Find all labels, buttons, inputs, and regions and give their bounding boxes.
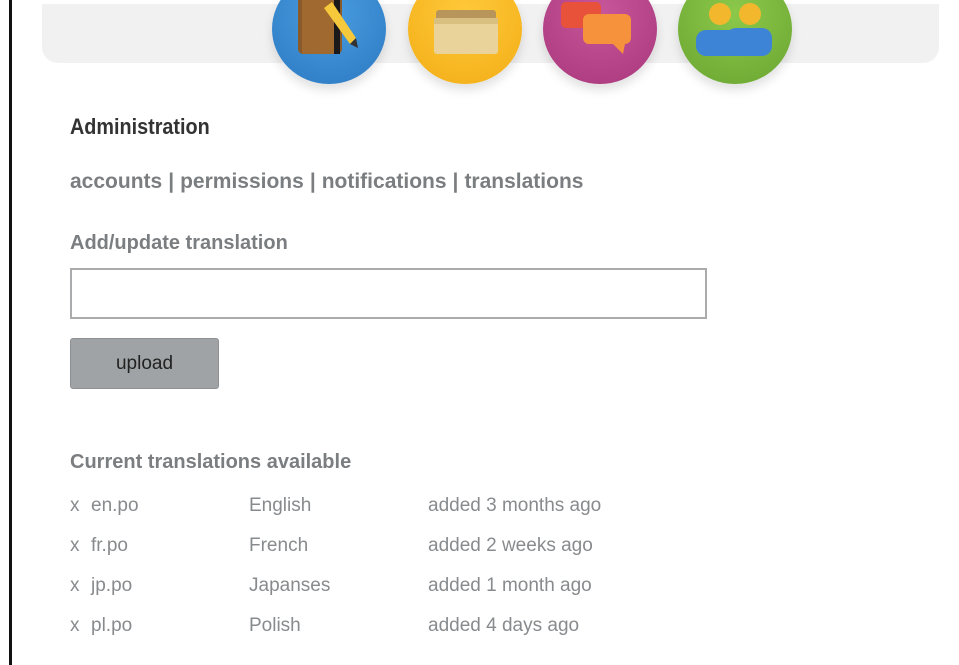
- nav-users-button[interactable]: [678, 0, 792, 84]
- nav-link-accounts[interactable]: accounts: [70, 170, 162, 193]
- translation-added: added 2 weeks ago: [428, 535, 593, 556]
- users-icon: [696, 3, 772, 56]
- delete-translation-button[interactable]: x: [70, 575, 80, 597]
- upload-section-title: Add/update translation: [70, 232, 288, 254]
- left-border: [9, 0, 12, 665]
- translation-row: x jp.po Japanses added 1 month ago: [70, 575, 770, 599]
- translation-language: English: [249, 495, 312, 516]
- upload-button[interactable]: upload: [70, 338, 219, 389]
- folder-icon: [434, 10, 498, 54]
- nav-separator: |: [452, 170, 459, 193]
- page: Administration accounts | permissions | noti…: [0, 0, 959, 665]
- translation-file: pl.po: [91, 615, 133, 636]
- translation-row: x pl.po Polish added 4 days ago: [70, 615, 770, 639]
- admin-nav: accounts | permissions | notifications | trans…: [70, 170, 583, 194]
- delete-translation-button[interactable]: x: [70, 535, 80, 557]
- translation-file: en.po: [91, 495, 139, 516]
- translation-added: added 4 days ago: [428, 615, 580, 636]
- translation-added: added 1 month ago: [428, 575, 592, 596]
- translation-file-input[interactable]: [70, 268, 707, 319]
- nav-folder-button[interactable]: [408, 0, 522, 84]
- page-title: Administration: [70, 114, 210, 139]
- translation-file: fr.po: [91, 535, 128, 556]
- translation-file: jp.po: [91, 575, 133, 596]
- translation-added: added 3 months ago: [428, 495, 602, 516]
- nav-link-translations[interactable]: translations: [464, 170, 583, 193]
- nav-link-notifications[interactable]: notifications: [322, 170, 447, 193]
- nav-separator: |: [168, 170, 175, 193]
- translation-language: Japanses: [249, 575, 331, 596]
- chat-bubbles-icon: [561, 2, 631, 54]
- top-nav-bar: [42, 0, 939, 84]
- translation-row: x fr.po French added 2 weeks ago: [70, 535, 770, 559]
- nav-link-permissions[interactable]: permissions: [180, 170, 304, 193]
- translations-list-title: Current translations available: [70, 451, 352, 473]
- delete-translation-button[interactable]: x: [70, 615, 80, 637]
- translation-language: French: [249, 535, 309, 556]
- notebook-pencil-icon: [298, 0, 358, 54]
- nav-notebook-button[interactable]: [272, 0, 386, 84]
- delete-translation-button[interactable]: x: [70, 495, 80, 517]
- translation-language: Polish: [249, 615, 301, 636]
- nav-chat-button[interactable]: [543, 0, 657, 84]
- nav-separator: |: [309, 170, 316, 193]
- translation-row: x en.po English added 3 months ago: [70, 495, 770, 519]
